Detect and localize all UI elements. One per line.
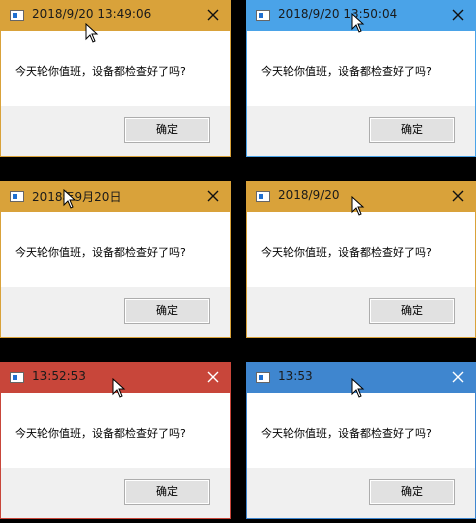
app-window-icon <box>10 372 24 383</box>
message-dialog-1: 2018/9/20 13:49:06 今天轮你值班，设备都检查好了吗? 确定 <box>0 0 231 157</box>
dialog-message: 今天轮你值班，设备都检查好了吗? <box>261 65 432 78</box>
close-icon[interactable] <box>204 367 222 387</box>
mouse-cursor-icon <box>63 189 77 209</box>
app-window-icon <box>10 10 24 21</box>
close-icon[interactable] <box>449 186 467 206</box>
app-window-icon <box>256 10 270 21</box>
dialog-footer: 确定 <box>247 106 475 156</box>
message-dialog-4: 2018/9/20 今天轮你值班，设备都检查好了吗? 确定 <box>246 181 476 338</box>
dialog-footer: 确定 <box>1 468 230 518</box>
close-icon[interactable] <box>449 367 467 387</box>
mouse-cursor-icon <box>351 13 365 33</box>
ok-button[interactable]: 确定 <box>124 298 210 324</box>
ok-button[interactable]: 确定 <box>369 479 455 505</box>
ok-button[interactable]: 确定 <box>124 117 210 143</box>
dialog-message: 今天轮你值班，设备都检查好了吗? <box>15 65 186 78</box>
dialog-title: 2018/9/20 <box>278 188 340 202</box>
dialog-footer: 确定 <box>247 287 475 337</box>
close-icon[interactable] <box>449 5 467 25</box>
message-dialog-6: 13:53 今天轮你值班，设备都检查好了吗? 确定 <box>246 362 476 519</box>
dialog-message: 今天轮你值班，设备都检查好了吗? <box>261 427 432 440</box>
dialog-footer: 确定 <box>1 106 230 156</box>
app-window-icon <box>256 372 270 383</box>
mouse-cursor-icon <box>112 378 126 398</box>
dialog-title: 13:52:53 <box>32 369 86 383</box>
dialog-message: 今天轮你值班，设备都检查好了吗? <box>15 427 186 440</box>
mouse-cursor-icon <box>351 196 365 216</box>
ok-button[interactable]: 确定 <box>369 117 455 143</box>
dialog-title: 2018/9/20 13:50:04 <box>278 7 398 21</box>
ok-button[interactable]: 确定 <box>124 479 210 505</box>
dialog-footer: 确定 <box>1 287 230 337</box>
dialog-titlebar[interactable]: 2018年9月20日 <box>1 182 230 212</box>
close-icon[interactable] <box>204 5 222 25</box>
mouse-cursor-icon <box>85 23 99 43</box>
mouse-cursor-icon <box>351 378 365 398</box>
app-window-icon <box>10 191 24 202</box>
close-icon[interactable] <box>204 186 222 206</box>
app-window-icon <box>256 191 270 202</box>
dialog-message: 今天轮你值班，设备都检查好了吗? <box>261 246 432 259</box>
ok-button[interactable]: 确定 <box>369 298 455 324</box>
message-dialog-2: 2018/9/20 13:50:04 今天轮你值班，设备都检查好了吗? 确定 <box>246 0 476 157</box>
dialog-titlebar[interactable]: 2018/9/20 13:49:06 <box>1 1 230 31</box>
dialog-footer: 确定 <box>247 468 475 518</box>
dialog-title: 2018/9/20 13:49:06 <box>32 7 152 21</box>
dialog-title: 13:53 <box>278 369 313 383</box>
dialog-message: 今天轮你值班，设备都检查好了吗? <box>15 246 186 259</box>
message-dialog-5: 13:52:53 今天轮你值班，设备都检查好了吗? 确定 <box>0 362 231 519</box>
message-dialog-3: 2018年9月20日 今天轮你值班，设备都检查好了吗? 确定 <box>0 181 231 338</box>
